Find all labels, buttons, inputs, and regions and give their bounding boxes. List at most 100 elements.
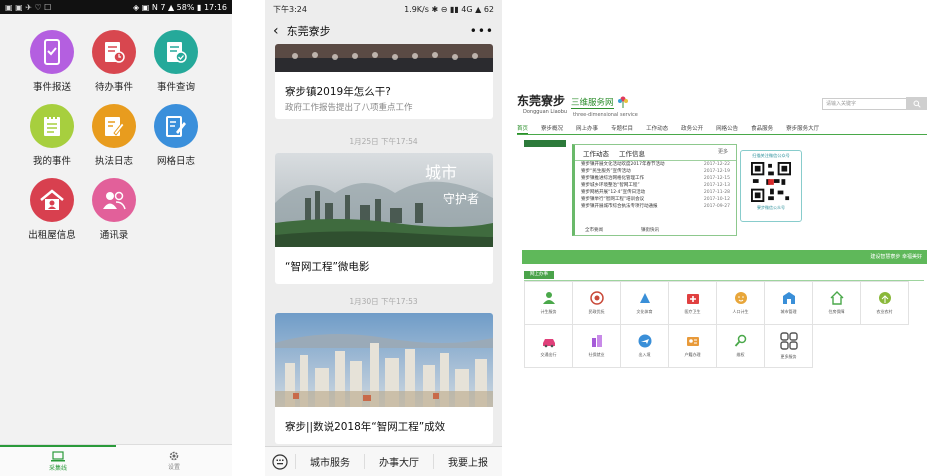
- tab-work-news[interactable]: 工作动态: [583, 148, 609, 158]
- footer-link[interactable]: 全市要闻: [585, 227, 603, 233]
- search-icon: [913, 100, 921, 108]
- app-event-query[interactable]: 事件查询: [146, 30, 206, 93]
- search-button[interactable]: [906, 97, 927, 110]
- service-label: 城市管理: [780, 309, 797, 314]
- id-card-icon: [686, 337, 699, 346]
- logo-chinese: 东莞寮步: [517, 94, 566, 108]
- news-row[interactable]: 寮步城乡环境整治“智网工程” 2017-12-13: [575, 182, 736, 189]
- airplane-icon: [638, 334, 651, 348]
- phone-icon: [30, 30, 74, 74]
- footer-link[interactable]: 镇街快讯: [641, 227, 659, 233]
- news-title: 寮步网格开展“12·4”宣传日活动: [581, 190, 646, 195]
- search-input[interactable]: 请输入关键字: [822, 98, 907, 110]
- magnifier-icon: [734, 334, 746, 347]
- news-row[interactable]: 寮步镇推进综治网格化管理工作 2017-12-15: [575, 175, 736, 182]
- article-card[interactable]: 城市 守护者 “智网工程”微电影: [275, 153, 493, 284]
- article-card[interactable]: 寮步||数说2018年“智网工程”成效: [275, 313, 493, 444]
- clipboard-clock-icon: [92, 30, 136, 74]
- news-row[interactable]: 寮步镇开展城市综合执法专项行动通报 2017-09-27: [575, 203, 736, 210]
- service-item[interactable]: 更多服务: [764, 324, 813, 368]
- back-arrow-icon[interactable]: ‹: [273, 23, 279, 39]
- house-outline-icon: [830, 291, 843, 305]
- nav-bar: ‹ 东莞寮步 •••: [265, 18, 502, 44]
- app-label: 出租屋信息: [28, 230, 76, 241]
- service-label: 社保就业: [588, 352, 605, 357]
- news-title: 寮步镇开展文化活动欢度2017年春节活动: [581, 162, 665, 167]
- app-todo-events[interactable]: 待办事件: [84, 30, 144, 93]
- slogan-bar: 建设智慧寮步 幸福美好: [522, 250, 927, 264]
- news-date: 2017-12-22: [703, 162, 730, 167]
- app-contacts[interactable]: 通讯录: [84, 178, 144, 241]
- service-item[interactable]: 城市管理: [764, 281, 813, 325]
- message-timestamp: 1月25日 下午17:54: [349, 137, 418, 146]
- contacts-icon: [92, 178, 136, 222]
- keyboard-icon[interactable]: [265, 453, 295, 470]
- logo-pinyin: Dongguan Liaobu: [523, 109, 568, 115]
- news-date: 2017-12-19: [703, 169, 730, 174]
- news-row[interactable]: 寮步镇举行“智网工程”培训会议 2017-10-12: [575, 196, 736, 203]
- house-icon: [30, 178, 74, 222]
- more-menu-icon[interactable]: •••: [470, 24, 494, 38]
- service-item[interactable]: 人口计生: [716, 281, 765, 325]
- services-title: 网上办事: [524, 271, 554, 279]
- car-icon: [542, 339, 555, 348]
- services-grid: 计生服务 民政优抚 文化体育 医疗卫生 人口计生 城市管理 住房保障 农业农村 …: [524, 280, 924, 368]
- nav-item[interactable]: 寮步服务大厅: [786, 124, 819, 134]
- tab-work-info[interactable]: 工作信息: [619, 148, 645, 158]
- service-item[interactable]: 住房保障: [812, 281, 861, 325]
- news-more-link[interactable]: 更多: [718, 148, 728, 158]
- menu-report[interactable]: 我要上报: [433, 454, 502, 469]
- service-item[interactable]: 文化体育: [620, 281, 669, 325]
- service-item[interactable]: 户籍办理: [668, 324, 717, 368]
- nav-item[interactable]: 政务公开: [681, 124, 703, 134]
- service-item[interactable]: 社保就业: [572, 324, 621, 368]
- brand-english: three-dimensional service: [573, 112, 638, 118]
- service-label: 出入境: [638, 352, 651, 357]
- qr-caption-bottom: 寮步微信公众号: [757, 205, 785, 210]
- service-item[interactable]: 计生服务: [524, 281, 573, 325]
- news-row[interactable]: 寮步镇开展文化活动欢度2017年春节活动 2017-12-22: [575, 161, 736, 168]
- tab-collect[interactable]: 采集线: [0, 445, 116, 476]
- service-item[interactable]: 医疗卫生: [668, 281, 717, 325]
- menu-city-services[interactable]: 城市服务: [295, 454, 364, 469]
- tab-settings[interactable]: 设置: [116, 445, 232, 476]
- app-rental-info[interactable]: 出租屋信息: [22, 178, 82, 241]
- tab-label: 设置: [167, 464, 180, 471]
- news-row[interactable]: 寮步“民生服务”宣传活动 2017-12-19: [575, 168, 736, 175]
- article-image: 城市 守护者: [275, 153, 493, 247]
- nav-item[interactable]: 专题栏目: [611, 124, 633, 134]
- service-item[interactable]: 民政优抚: [572, 281, 621, 325]
- nav-item[interactable]: 寮步概况: [541, 124, 563, 134]
- side-banner[interactable]: [524, 140, 566, 147]
- app-event-report[interactable]: 事件报送: [22, 30, 82, 93]
- app-grid-log[interactable]: 网格日志: [146, 104, 206, 167]
- nav-item[interactable]: 网格公告: [716, 124, 738, 134]
- article-card[interactable]: 寮步镇2019年怎么干? 政府工作报告提出了八项重点工作: [275, 44, 493, 119]
- notepad-icon: [30, 104, 74, 148]
- app-label: 待办事件: [94, 82, 133, 93]
- news-row[interactable]: 寮步网格开展“12·4”宣传日活动 2017-11-28: [575, 189, 736, 196]
- service-item[interactable]: 农业农村: [860, 281, 909, 325]
- site-logo[interactable]: 东莞寮步 Dongguan Liaobu 三维服务网 three-dimensi…: [517, 92, 638, 118]
- medical-kit-icon: [686, 294, 699, 304]
- service-item[interactable]: 交通出行: [524, 324, 573, 368]
- nav-item[interactable]: 网上办事: [576, 124, 598, 134]
- app-enforcement-log[interactable]: 执法日志: [84, 104, 144, 167]
- article-title: 寮步镇2019年怎么干?: [285, 86, 391, 98]
- app-my-events[interactable]: 我的事件: [22, 104, 82, 167]
- service-label: 农业农村: [876, 309, 893, 314]
- nav-item[interactable]: 工作动态: [646, 124, 668, 134]
- account-menu-bar: 城市服务 办事大厅 我要上报: [265, 446, 502, 476]
- news-title: 寮步镇推进综治网格化管理工作: [581, 176, 644, 181]
- bottom-tab-bar: 采集线 设置: [0, 444, 232, 476]
- nav-item-home[interactable]: 首页: [517, 124, 529, 134]
- buildings-icon: [591, 335, 602, 347]
- menu-service-hall[interactable]: 办事大厅: [364, 454, 433, 469]
- app-label: 事件查询: [156, 82, 195, 93]
- nav-item[interactable]: 食品服务: [751, 124, 773, 134]
- app-label: 我的事件: [32, 156, 71, 167]
- news-footer-links: 全市要闻 镇街快讯: [585, 227, 659, 233]
- service-item[interactable]: 出入境: [620, 324, 669, 368]
- service-item[interactable]: 维权: [716, 324, 765, 368]
- news-panel: 工作动态 工作信息 更多 寮步镇开展文化活动欢度2017年春节活动 2017-12…: [572, 144, 737, 236]
